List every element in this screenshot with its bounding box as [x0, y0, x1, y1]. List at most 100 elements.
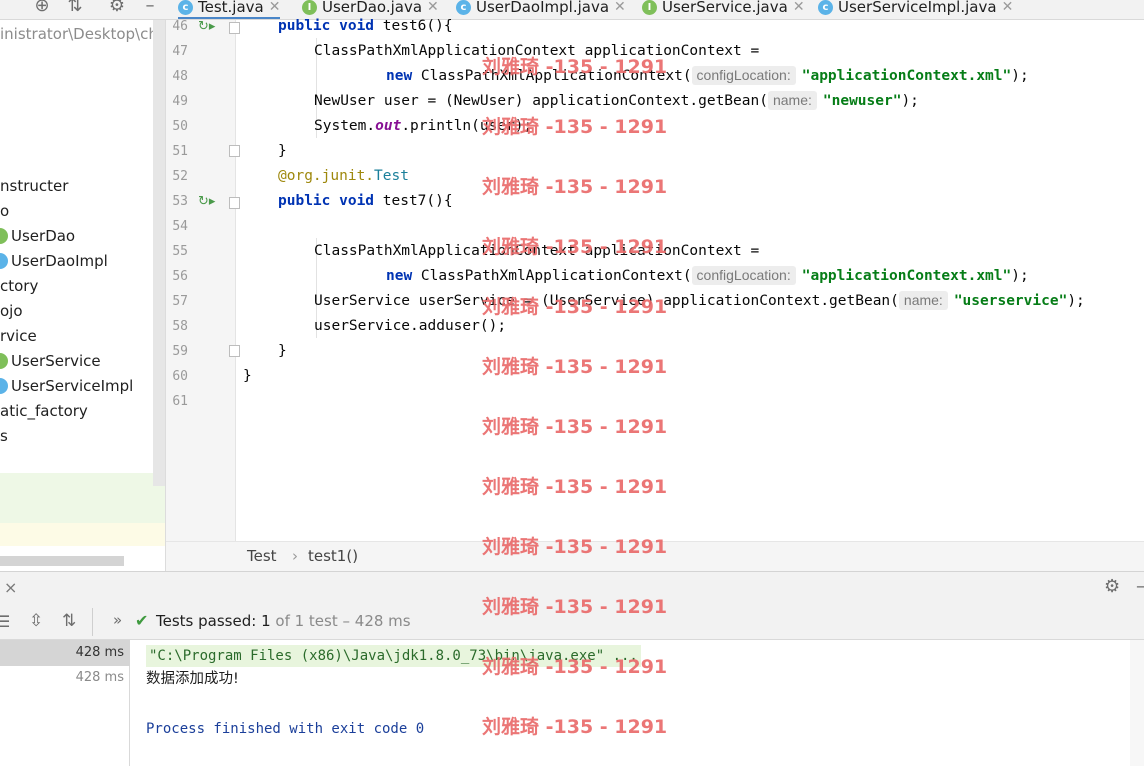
fold-marker-icon[interactable] [229, 345, 240, 357]
sidebar-highlight [0, 523, 165, 546]
interface-icon [0, 227, 8, 244]
close-icon[interactable]: ✕ [427, 0, 439, 14]
console-line: Process finished with exit code 0 [146, 721, 425, 737]
code-line[interactable]: NewUser user = (NewUser) applicationCont… [314, 89, 919, 114]
line-number: 60 [172, 369, 188, 384]
parameter-hint: name: [898, 291, 948, 310]
watermark: 刘雅琦 -135 - 1291 [482, 296, 668, 318]
line-number: 48 [172, 69, 188, 84]
tree-item-pojo[interactable]: ojo [0, 298, 23, 323]
watermark: 刘雅琦 -135 - 1291 [482, 536, 668, 558]
close-icon[interactable]: ✕ [1002, 0, 1014, 14]
gear-icon[interactable]: ⚙ [1104, 576, 1120, 597]
tree-item-userdao[interactable]: UserDao [0, 223, 75, 248]
line-number: 59 [172, 344, 188, 359]
line-number: 54 [172, 219, 188, 234]
collapse-all-icon[interactable]: ⇅ [62, 611, 76, 631]
line-number: 58 [172, 319, 188, 334]
watermark: 刘雅琦 -135 - 1291 [482, 716, 668, 738]
tree-item-s[interactable]: s [0, 423, 8, 448]
check-icon: ✔ [135, 611, 149, 630]
code-line[interactable]: public void test7(){ [278, 189, 453, 214]
parameter-hint: name: [767, 91, 817, 110]
tree-item-userserviceimpl[interactable]: UserServiceImpl [0, 373, 133, 398]
fold-marker-icon[interactable] [229, 22, 240, 34]
watermark: 刘雅琦 -135 - 1291 [482, 476, 668, 498]
run-test-icon[interactable]: ↻▸ [198, 19, 215, 35]
class-icon: c [178, 0, 193, 15]
tree-item-dao[interactable]: o [0, 198, 9, 223]
run-test-icon[interactable]: ↻▸ [198, 194, 215, 210]
code-line[interactable]: public void test6(){ [278, 14, 453, 39]
tree-item-service[interactable]: rvice [0, 323, 37, 348]
code-line[interactable]: @org.junit.Test [278, 164, 409, 189]
watermark: 刘雅琦 -135 - 1291 [482, 56, 668, 78]
close-icon[interactable]: ✕ [614, 0, 626, 14]
test-row-selected[interactable]: 428 ms [0, 640, 130, 666]
minimize-icon[interactable]: – [1136, 576, 1144, 597]
gear-icon[interactable]: ⚙ [106, 0, 128, 18]
tree-item-userdaoimpl[interactable]: UserDaoImpl [0, 248, 108, 273]
watermark: 刘雅琦 -135 - 1291 [482, 356, 668, 378]
expand-all-icon[interactable]: ⇳ [29, 611, 43, 631]
project-sidebar: inistrator\Desktop\ch0 nstructer o UserD… [0, 20, 166, 571]
sidebar-horizontal-scrollbar[interactable] [0, 556, 124, 566]
interface-icon [0, 352, 8, 369]
line-number: 50 [172, 119, 188, 134]
tree-item-static-factory[interactable]: atic_factory [0, 398, 88, 423]
crosshair-icon[interactable]: ⊕ [31, 0, 53, 18]
class-icon [0, 252, 8, 269]
breadcrumb-separator: › [292, 547, 298, 565]
watermark: 刘雅琦 -135 - 1291 [482, 116, 668, 138]
line-number: 46 [172, 19, 188, 34]
parameter-hint: configLocation: [691, 266, 796, 285]
minimize-icon[interactable]: – [139, 0, 161, 18]
line-number: 51 [172, 144, 188, 159]
tree-item-factory[interactable]: ctory [0, 273, 38, 298]
tree-item-userservice[interactable]: UserService [0, 348, 101, 373]
close-icon[interactable]: ✕ [793, 0, 805, 14]
tab-userdaoimpl-java[interactable]: c UserDaoImpl.java ✕ [456, 0, 626, 19]
watermark: 刘雅琦 -135 - 1291 [482, 416, 668, 438]
line-number: 47 [172, 44, 188, 59]
tab-userserviceimpl-java[interactable]: c UserServiceImpl.java ✕ [818, 0, 1014, 19]
code-line[interactable]: } [278, 339, 287, 364]
test-results-tree: 428 ms 428 ms [0, 640, 130, 766]
collapse-icon[interactable]: ⇅ [64, 0, 86, 18]
code-line[interactable]: userService.adduser(); [314, 314, 506, 339]
code-line[interactable]: } [243, 364, 252, 389]
sidebar-scrollbar[interactable] [153, 20, 165, 486]
class-icon [0, 377, 8, 394]
line-number: 56 [172, 269, 188, 284]
code-line[interactable]: new ClassPathXmlApplicationContext(confi… [386, 264, 1029, 289]
watermark: 刘雅琦 -135 - 1291 [482, 596, 668, 618]
test-row[interactable]: 428 ms [0, 666, 130, 692]
toolbar-separator [92, 608, 93, 636]
breadcrumb-class[interactable]: Test [247, 547, 277, 565]
watermark: 刘雅琦 -135 - 1291 [482, 656, 668, 678]
project-path: inistrator\Desktop\ch0 [0, 25, 166, 43]
line-number: 61 [172, 394, 188, 409]
interface-icon: I [642, 0, 657, 15]
tests-status: Tests passed: 1 of 1 test – 428 ms [156, 612, 411, 630]
console-line: 数据添加成功! [146, 671, 239, 687]
close-run-tab-icon[interactable]: × [4, 578, 17, 597]
breadcrumb-method[interactable]: test1() [308, 547, 358, 565]
sort-icon[interactable]: ☰ [0, 612, 10, 631]
tree-item-constructer[interactable]: nstructer [0, 173, 68, 198]
sidebar-highlight [0, 473, 165, 523]
code-line[interactable]: } [278, 139, 287, 164]
code-line[interactable]: UserService userService = (UserService) … [314, 289, 1085, 314]
line-number: 57 [172, 294, 188, 309]
console-scrollbar[interactable] [1130, 640, 1144, 766]
class-icon: c [456, 0, 471, 15]
line-number: 52 [172, 169, 188, 184]
line-number: 49 [172, 94, 188, 109]
tab-test-java[interactable]: c Test.java ✕ [178, 0, 281, 19]
more-icon[interactable]: » [113, 611, 122, 629]
tab-userservice-java[interactable]: I UserService.java ✕ [642, 0, 805, 19]
fold-marker-icon[interactable] [229, 197, 240, 209]
fold-marker-icon[interactable] [229, 145, 240, 157]
close-icon[interactable]: ✕ [269, 0, 281, 14]
parameter-hint: configLocation: [691, 66, 796, 85]
